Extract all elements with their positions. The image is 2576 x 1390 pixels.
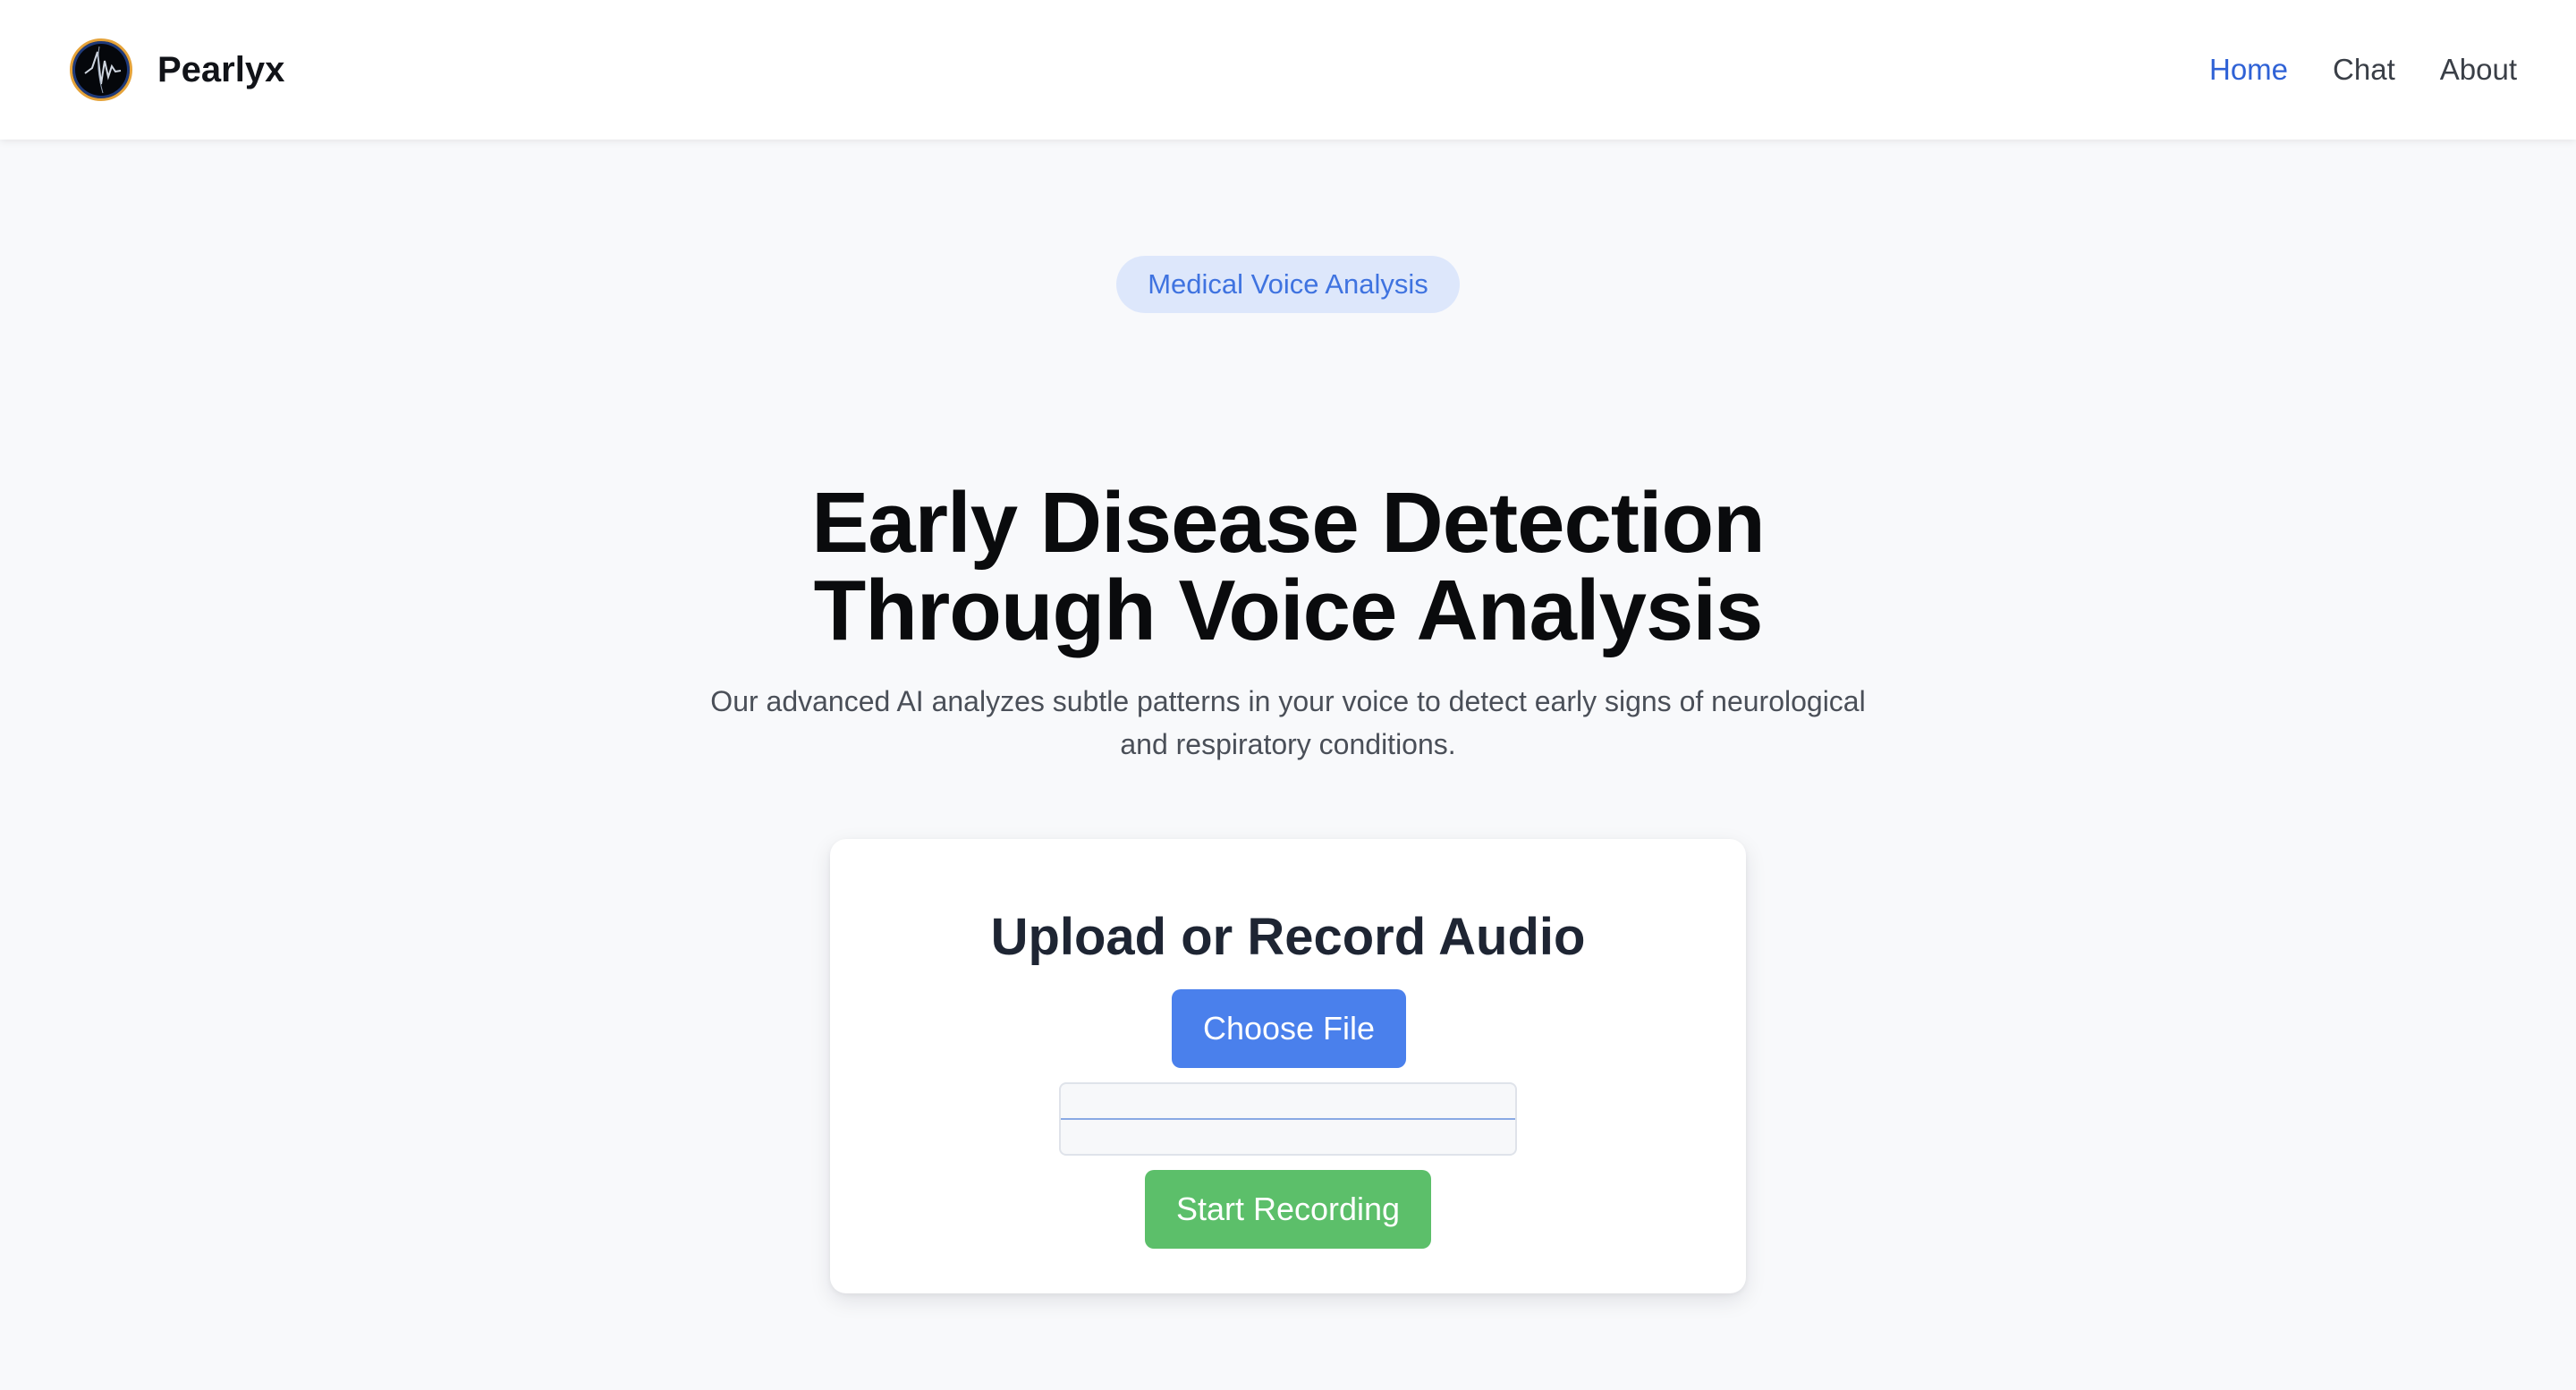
page-subtitle: Our advanced AI analyzes subtle patterns… [680,680,1896,766]
brand-link[interactable]: Pearlyx [70,38,284,101]
page-title: Early Disease Detection Through Voice An… [572,479,2004,655]
brand-name: Pearlyx [157,49,285,89]
nav-chat-link[interactable]: Chat [2333,53,2395,87]
category-badge: Medical Voice Analysis [1116,256,1460,313]
upload-card-title: Upload or Record Audio [990,908,1586,966]
choose-file-button[interactable]: Choose File [1172,989,1406,1068]
top-nav-bar: Pearlyx Home Chat About [0,0,2576,140]
nav-home-link[interactable]: Home [2209,53,2288,87]
title-line-2: Through Voice Analysis [813,563,1764,658]
title-line-1: Early Disease Detection [811,475,1766,571]
nav-about-link[interactable]: About [2440,53,2517,87]
audio-player[interactable] [1059,1082,1517,1156]
voice-waveform-icon [70,38,132,101]
subtitle-line-1: Our advanced AI analyzes subtle patterns… [710,685,1866,717]
start-recording-button[interactable]: Start Recording [1145,1170,1431,1249]
subtitle-line-2: and respiratory conditions. [1120,728,1456,760]
main-nav: Home Chat About [2209,53,2517,87]
upload-card: Upload or Record Audio Choose File Start… [830,839,1746,1293]
audio-progress-line [1061,1118,1515,1120]
